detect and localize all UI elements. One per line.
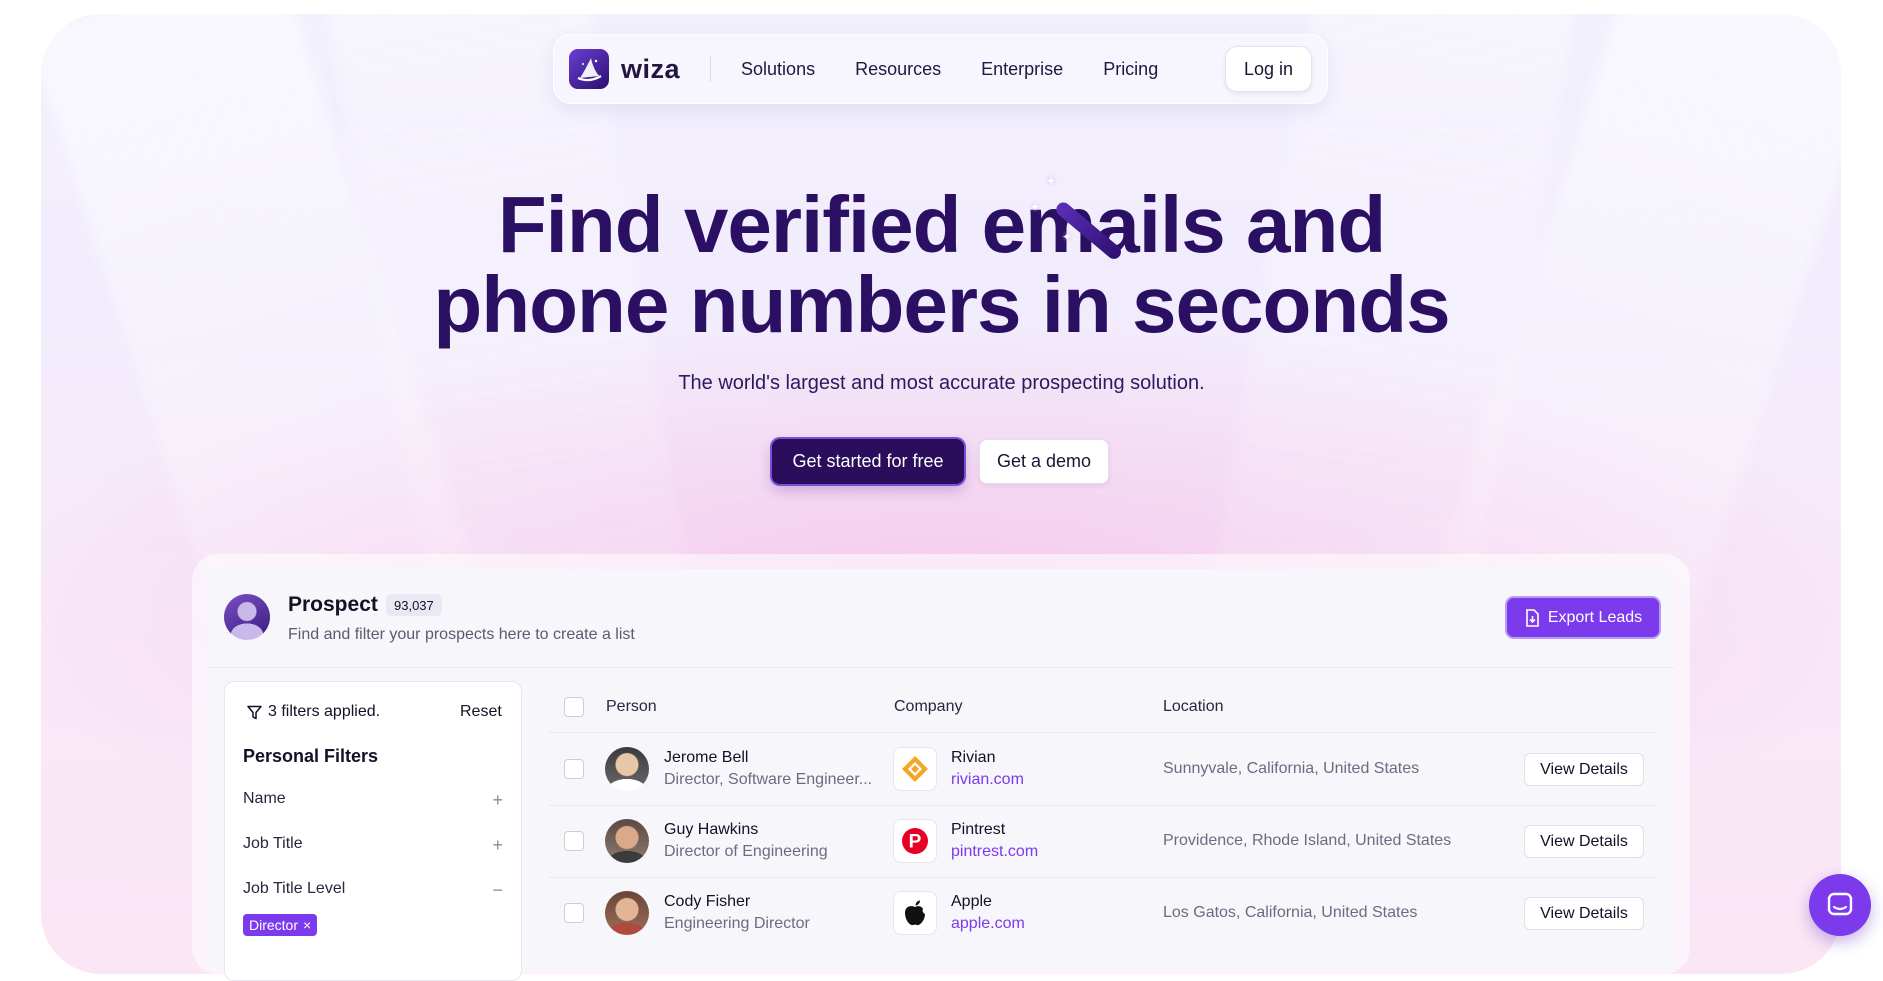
chat-icon — [1827, 892, 1853, 916]
hero-title-line-1: Find verified emails and — [497, 180, 1386, 269]
row-divider — [548, 877, 1656, 878]
export-file-icon — [1526, 608, 1539, 627]
nav-link-resources[interactable]: Resources — [855, 59, 941, 80]
row-checkbox[interactable] — [564, 903, 584, 923]
prospect-count-badge: 93,037 — [386, 594, 442, 616]
view-details-button[interactable]: View Details — [1524, 753, 1644, 786]
person-name: Cody Fisher — [664, 893, 751, 910]
filter-row-job-title[interactable]: Job Title + — [243, 835, 503, 856]
personal-filters-heading: Personal Filters — [243, 746, 379, 766]
apple-logo-icon — [893, 891, 937, 935]
get-started-button[interactable]: Get started for free — [772, 439, 964, 484]
logo-text[interactable]: wiza — [621, 54, 680, 85]
filter-icon — [247, 705, 262, 719]
company-website-link[interactable]: rivian.com — [951, 771, 1024, 789]
sparkle-icon: ✦ — [1030, 200, 1041, 214]
row-checkbox[interactable] — [564, 831, 584, 851]
sparkle-icon: ✦ — [1046, 174, 1057, 188]
company-name: Rivian — [951, 749, 996, 766]
filters-applied-label: 3 filters applied. — [268, 703, 381, 720]
person-name: Guy Hawkins — [664, 821, 759, 838]
column-header-company[interactable]: Company — [894, 698, 962, 716]
view-details-button[interactable]: View Details — [1524, 825, 1644, 858]
filters-applied: 3 filters applied. — [247, 703, 380, 721]
login-button[interactable]: Log in — [1224, 46, 1312, 92]
chip-label: Director — [249, 917, 299, 933]
nav-link-solutions[interactable]: Solutions — [741, 59, 815, 80]
filter-row-name[interactable]: Name + — [243, 790, 503, 811]
plus-icon[interactable]: + — [492, 835, 503, 856]
view-details-button[interactable]: View Details — [1524, 897, 1644, 930]
person-name: Jerome Bell — [664, 749, 749, 766]
person-title: Director of Engineering — [664, 843, 828, 860]
avatar — [605, 891, 649, 935]
company-website-link[interactable]: pintrest.com — [951, 843, 1038, 861]
nav-link-enterprise[interactable]: Enterprise — [981, 59, 1063, 80]
company-name: Pintrest — [951, 821, 1006, 838]
select-all-checkbox[interactable] — [564, 697, 584, 717]
plus-icon[interactable]: + — [492, 790, 503, 811]
person-location: Providence, Rhode Island, United States — [1163, 832, 1452, 849]
pinterest-logo-icon: P — [893, 819, 937, 863]
top-navigation: wiza Solutions Resources Enterprise Pric… — [553, 34, 1328, 104]
filter-row-job-title-level[interactable]: Job Title Level − — [243, 880, 503, 901]
column-header-person[interactable]: Person — [606, 698, 657, 716]
prospect-title: Prospect — [288, 593, 378, 616]
hero-title-line-2: phone numbers in seconds — [433, 260, 1450, 349]
avatar — [605, 819, 649, 863]
person-location: Los Gatos, California, United States — [1163, 904, 1418, 921]
minus-icon[interactable]: − — [492, 880, 503, 901]
filter-chip-director[interactable]: Director × — [243, 914, 318, 936]
svg-text:P: P — [909, 832, 922, 853]
nav-link-pricing[interactable]: Pricing — [1103, 59, 1158, 80]
filters-panel — [224, 681, 522, 981]
rivian-logo-icon — [893, 747, 937, 791]
company-name: Apple — [951, 893, 992, 910]
close-icon[interactable]: × — [303, 917, 311, 933]
wizard-hat-icon[interactable] — [569, 49, 609, 89]
row-divider — [548, 805, 1656, 806]
chat-launcher[interactable] — [1809, 874, 1871, 936]
avatar — [605, 747, 649, 791]
hero-subtitle: The world's largest and most accurate pr… — [678, 372, 1205, 394]
row-checkbox[interactable] — [564, 759, 584, 779]
column-header-location[interactable]: Location — [1163, 698, 1224, 716]
company-website-link[interactable]: apple.com — [951, 915, 1025, 933]
filter-row-label: Job Title — [243, 835, 303, 852]
reset-filters-button[interactable]: Reset — [460, 703, 502, 721]
person-location: Sunnyvale, California, United States — [1163, 760, 1420, 777]
export-leads-button[interactable]: Export Leads — [1507, 598, 1659, 637]
person-title: Engineering Director — [664, 915, 810, 932]
get-demo-button[interactable]: Get a demo — [979, 439, 1109, 484]
person-title: Director, Software Engineer... — [664, 771, 873, 788]
hero-title: Find verified emails and phone numbers i… — [0, 185, 1883, 345]
filter-row-label: Name — [243, 790, 286, 807]
card-header-divider — [207, 667, 1675, 668]
prospect-avatar — [224, 594, 270, 640]
sparkle-icon: ✦ — [1062, 230, 1073, 244]
table-header — [548, 681, 1656, 733]
export-leads-label: Export Leads — [1547, 608, 1643, 626]
nav-divider — [710, 56, 712, 82]
prospect-description: Find and filter your prospects here to c… — [288, 626, 635, 643]
filter-row-label: Job Title Level — [243, 880, 346, 897]
